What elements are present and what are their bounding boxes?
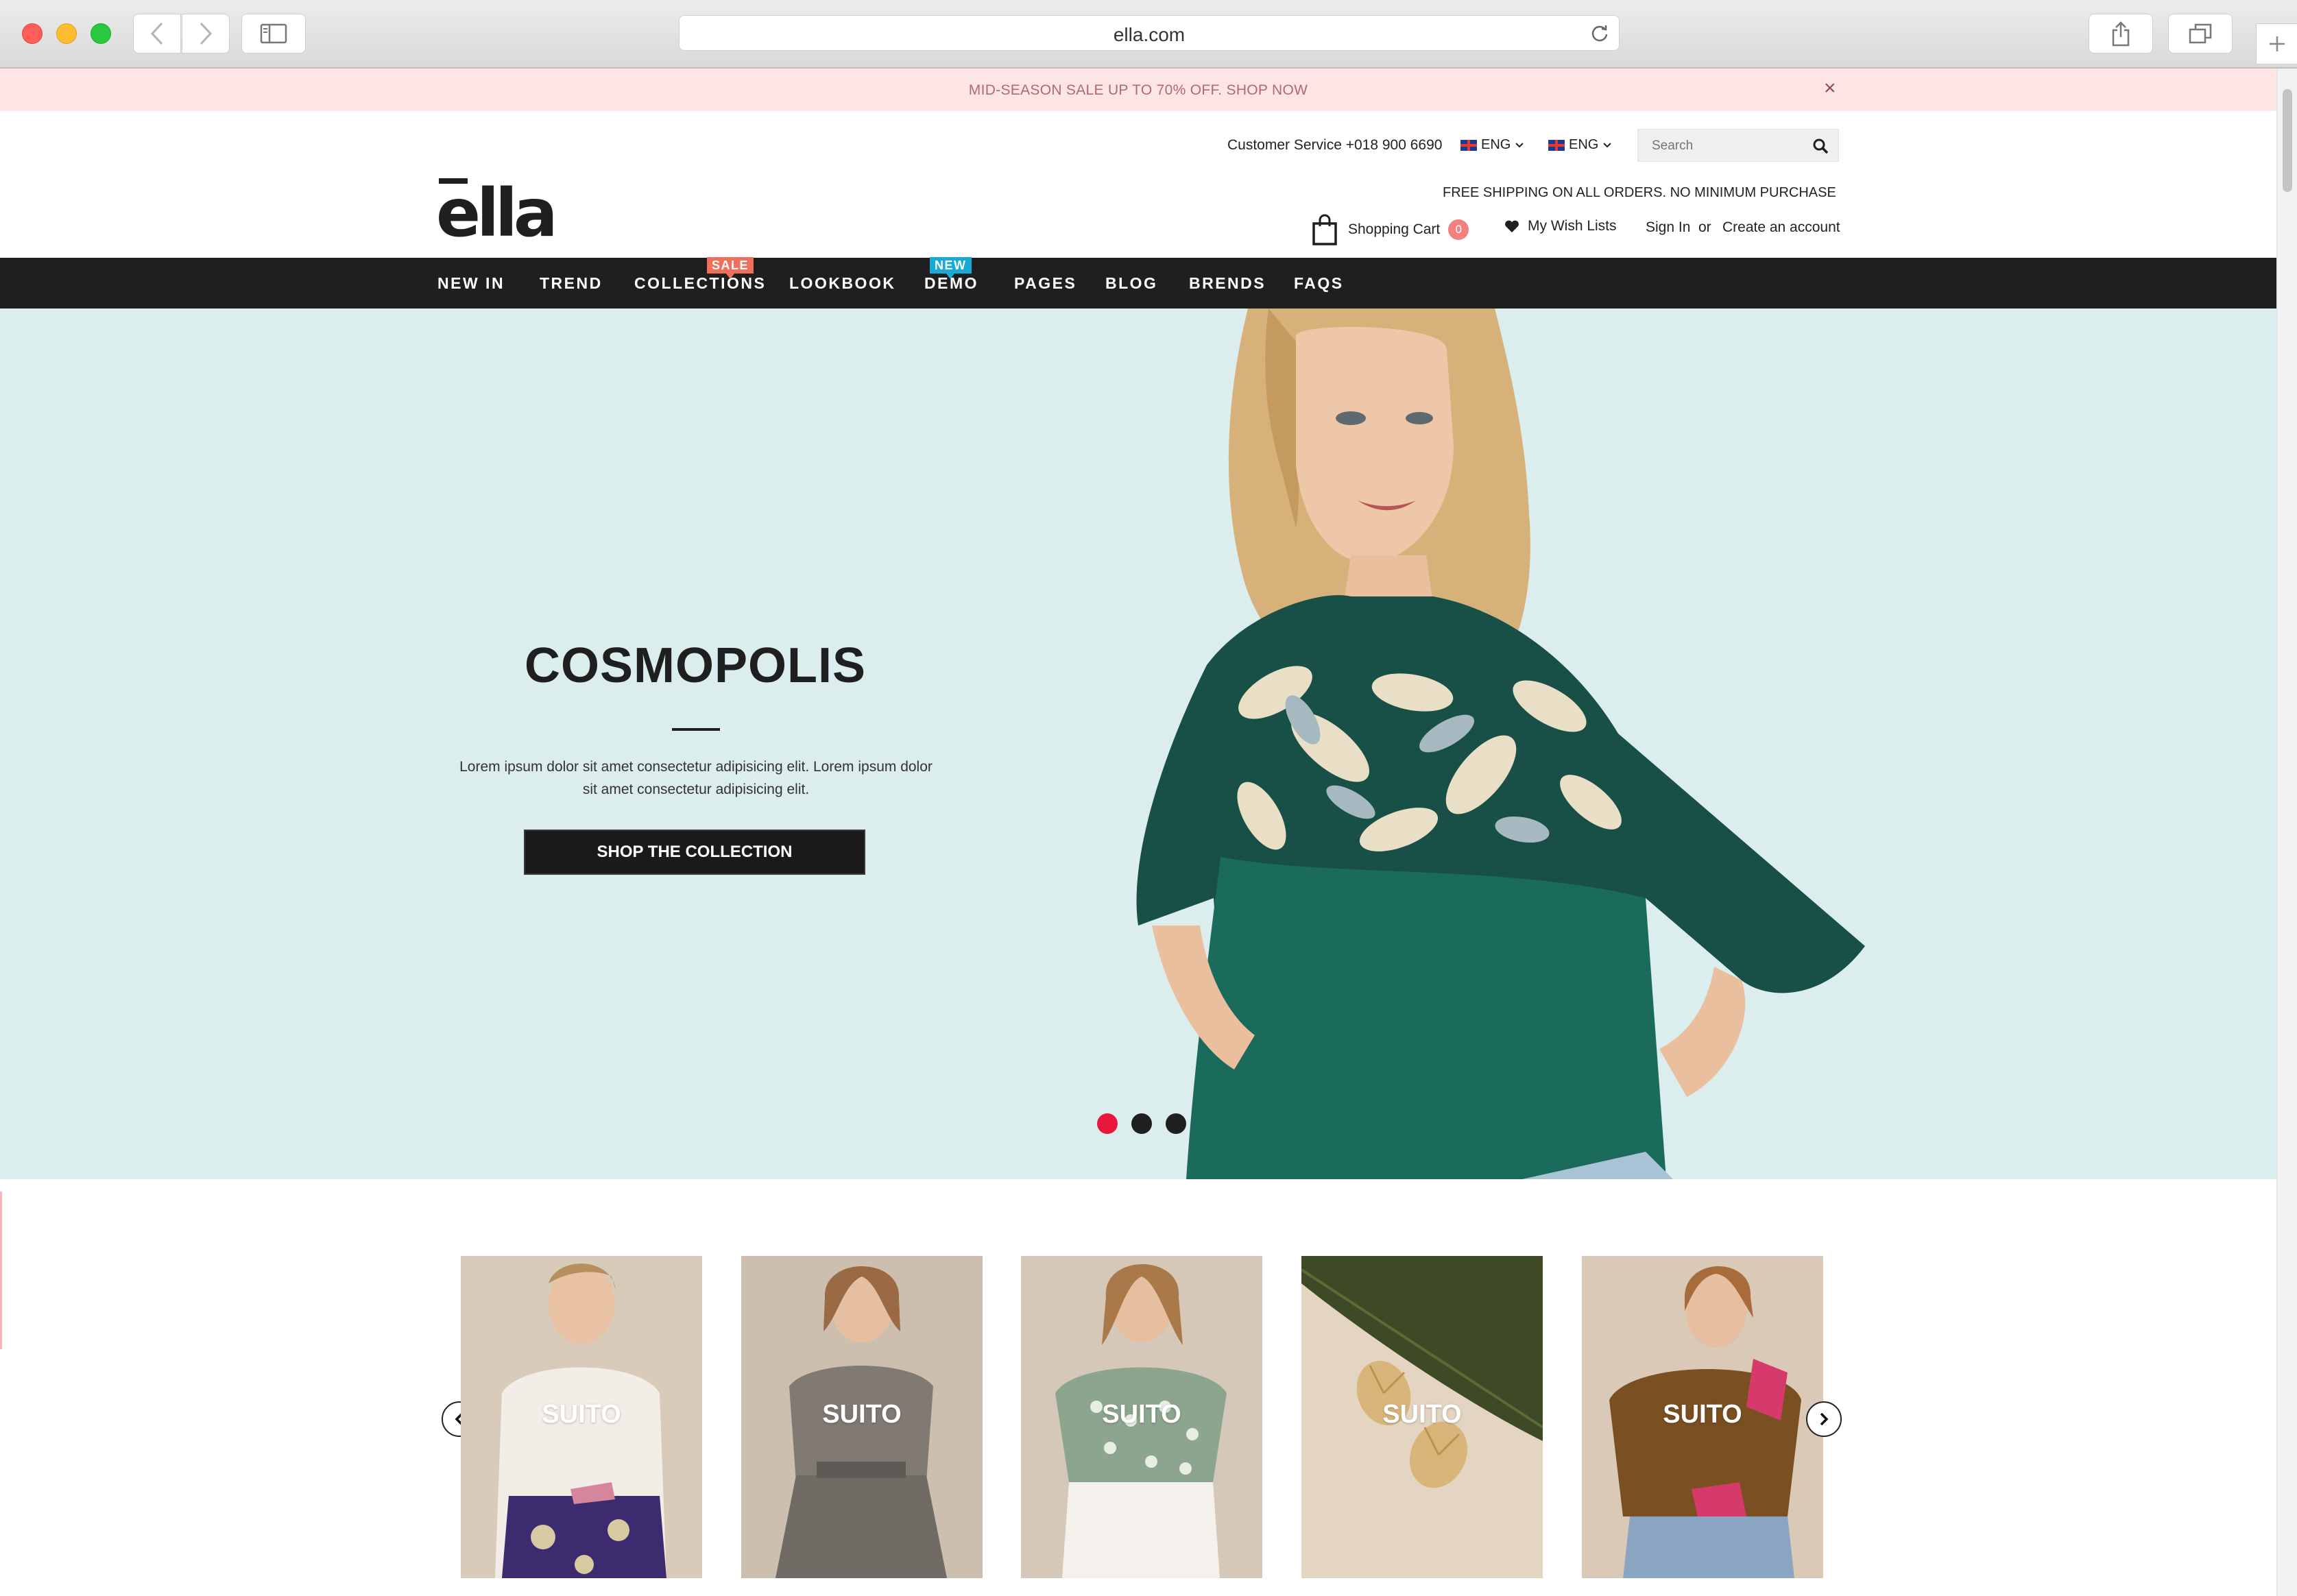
url-text: ella.com: [1113, 24, 1186, 45]
nav-item-blog[interactable]: BLOG: [1105, 274, 1157, 293]
free-shipping-notice: FREE SHIPPING ON ALL ORDERS. NO MINIMUM …: [1443, 185, 1836, 200]
minimize-window-button[interactable]: [56, 23, 77, 44]
currency-language-selector[interactable]: ENG: [1548, 137, 1612, 153]
carousel-next-button[interactable]: [1806, 1401, 1842, 1437]
new-badge: NEW: [930, 257, 972, 279]
slider-pagination: [1097, 1113, 1186, 1134]
share-icon: [2112, 21, 2130, 47]
category-card[interactable]: SUITO: [1582, 1256, 1823, 1578]
site-logo[interactable]: ella: [436, 175, 566, 252]
chevron-right-icon: [1820, 1412, 1829, 1426]
language-label: ENG: [1481, 137, 1511, 152]
browser-toolbar: ella.com: [0, 0, 2297, 69]
forward-button[interactable]: [182, 14, 230, 53]
share-button[interactable]: [2089, 14, 2153, 53]
uk-flag-icon: [1548, 139, 1565, 151]
announcement-bar: MID-SEASON SALE UP TO 70% OFF. SHOP NOW …: [0, 69, 2276, 111]
chevron-right-icon: [200, 22, 213, 45]
nav-item-lookbook[interactable]: LOOKBOOK: [789, 274, 895, 293]
search-icon: [1813, 138, 1829, 154]
search-button[interactable]: [1812, 138, 1829, 158]
or-separator: or: [1698, 219, 1711, 235]
nav-item-demo[interactable]: DEMO NEW: [924, 257, 978, 293]
nav-item-collections[interactable]: COLLECTIONS SALE: [634, 257, 767, 293]
nav-label: COLLECTIONS: [634, 274, 767, 292]
shop-collection-button[interactable]: SHOP THE COLLECTION: [524, 830, 865, 875]
category-label: SUITO: [542, 1400, 621, 1429]
slide-dot-1[interactable]: [1097, 1113, 1118, 1134]
page-scrollbar[interactable]: [2276, 69, 2297, 1596]
ella-logo: ella: [436, 175, 558, 252]
shopping-bag-icon: [1312, 214, 1337, 245]
shopping-cart-link[interactable]: Shopping Cart 0: [1311, 214, 1469, 245]
uk-flag-icon: [1460, 139, 1477, 151]
main-navigation: NEW IN TREND COLLECTIONS SALE LOOKBOOK D…: [0, 257, 2276, 309]
announcement-text[interactable]: MID-SEASON SALE UP TO 70% OFF. SHOP NOW: [0, 82, 2276, 99]
chevron-down-icon: [1515, 142, 1524, 147]
sidebar-icon: [260, 23, 287, 44]
category-label: SUITO: [1382, 1400, 1462, 1429]
nav-item-trend[interactable]: TREND: [540, 274, 603, 293]
nav-item-pages[interactable]: PAGES: [1014, 274, 1077, 293]
chevron-down-icon: [1603, 142, 1612, 147]
language-selector[interactable]: ENG: [1460, 137, 1524, 153]
show-tabs-button[interactable]: [2168, 14, 2233, 53]
tabs-icon: [2189, 23, 2212, 44]
category-card[interactable]: SUITO: [741, 1256, 983, 1578]
category-label: SUITO: [1102, 1400, 1181, 1429]
search-box: [1637, 129, 1839, 162]
nav-item-faqs[interactable]: FAQS: [1294, 274, 1344, 293]
reload-button[interactable]: [1590, 23, 1609, 46]
customer-service-text: Customer Service +018 900 6690: [1227, 137, 1443, 153]
hero-slider: COSMOPOLIS Lorem ipsum dolor sit amet co…: [0, 309, 2276, 1179]
category-card[interactable]: SUITO: [1301, 1256, 1543, 1578]
plus-icon: [2269, 36, 2285, 51]
cart-label: Shopping Cart: [1348, 221, 1441, 237]
nav-item-brends[interactable]: BRENDS: [1189, 274, 1266, 293]
language-label: ENG: [1569, 137, 1599, 152]
sidebar-toggle-button[interactable]: [241, 14, 306, 53]
search-input[interactable]: [1652, 136, 1803, 156]
hero-description: Lorem ipsum dolor sit amet consectetur a…: [459, 759, 933, 797]
category-label: SUITO: [1663, 1400, 1742, 1429]
reload-icon: [1591, 25, 1608, 42]
category-card[interactable]: SUITO: [1021, 1256, 1262, 1578]
sign-in-link[interactable]: Sign In: [1646, 219, 1690, 236]
close-window-button[interactable]: [22, 23, 43, 44]
announcement-close-button[interactable]: ×: [1824, 78, 1836, 99]
hero-title: COSMOPOLIS: [524, 638, 867, 693]
hero-model-image: [1136, 309, 1865, 1179]
chevron-left-icon: [150, 22, 163, 45]
nav-item-new-in[interactable]: NEW IN: [437, 274, 505, 293]
wishlist-label: My Wish Lists: [1528, 218, 1617, 234]
address-bar[interactable]: ella.com: [679, 15, 1620, 51]
category-label: SUITO: [822, 1400, 902, 1429]
back-button[interactable]: [133, 14, 181, 53]
scrollbar-thumb[interactable]: [2283, 89, 2292, 192]
svg-text:ella: ella: [436, 176, 554, 239]
new-tab-button[interactable]: [2256, 23, 2297, 64]
category-carousel: SUITO SUITO SUITO SUITO SUITO: [0, 1179, 2276, 1596]
slide-dot-2[interactable]: [1131, 1113, 1152, 1134]
sale-badge: SALE: [707, 257, 754, 279]
slide-dot-3[interactable]: [1166, 1113, 1186, 1134]
create-account-link[interactable]: Create an account: [1722, 219, 1840, 236]
wishlist-link[interactable]: My Wish Lists: [1504, 218, 1617, 234]
category-card[interactable]: SUITO: [461, 1256, 702, 1578]
hero-divider: [672, 728, 720, 731]
fullscreen-window-button[interactable]: [91, 23, 111, 44]
heart-icon: [1505, 220, 1519, 232]
cart-count-badge: 0: [1448, 219, 1469, 240]
